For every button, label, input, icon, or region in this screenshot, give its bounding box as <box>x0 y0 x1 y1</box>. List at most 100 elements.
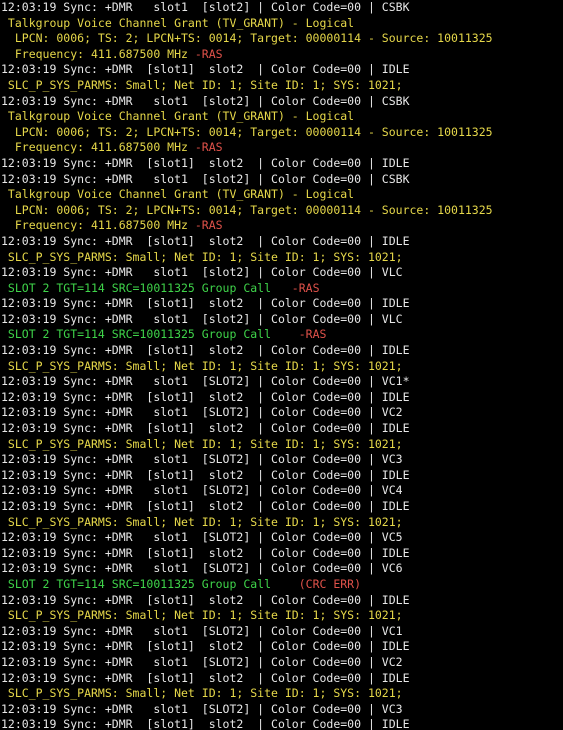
terminal-line: 12:03:19 Sync: +DMR [slot1] slot2 | Colo… <box>0 639 563 655</box>
terminal-text-segment: SLOT 2 TGT=114 SRC=10011325 Group Call <box>1 327 299 342</box>
terminal-text-segment: -RAS <box>298 327 327 342</box>
terminal-text-segment: 12:03:19 Sync: +DMR slot1 [slot2] | Colo… <box>1 311 403 326</box>
terminal-text-segment: 12:03:19 Sync: +DMR [slot1] slot2 | Colo… <box>1 545 410 560</box>
terminal-line: 12:03:19 Sync: +DMR [slot1] slot2 | Colo… <box>0 546 563 562</box>
terminal-text-segment: 12:03:19 Sync: +DMR [slot1] slot2 | Colo… <box>1 62 410 77</box>
terminal-line: LPCN: 0006; TS: 2; LPCN+TS: 0014; Target… <box>0 31 563 47</box>
terminal-line: SLC_P_SYS_PARMS: Small; Net ID: 1; Site … <box>0 437 563 453</box>
terminal-line: SLC_P_SYS_PARMS: Small; Net ID: 1; Site … <box>0 515 563 531</box>
terminal-text-segment: 12:03:19 Sync: +DMR [slot1] slot2 | Colo… <box>1 296 410 311</box>
terminal-text-segment: SLC_P_SYS_PARMS: Small; Net ID: 1; Site … <box>1 358 403 373</box>
terminal-line: Talkgroup Voice Channel Grant (TV_GRANT)… <box>0 16 563 32</box>
terminal-text-segment: Frequency: 411.687500 MHz <box>1 140 195 155</box>
terminal-line: SLC_P_SYS_PARMS: Small; Net ID: 1; Site … <box>0 686 563 702</box>
terminal-line: 12:03:19 Sync: +DMR slot1 [slot2] | Colo… <box>0 172 563 188</box>
terminal-text-segment: SLC_P_SYS_PARMS: Small; Net ID: 1; Site … <box>1 249 403 264</box>
terminal-line: 12:03:19 Sync: +DMR slot1 [SLOT2] | Colo… <box>0 655 563 671</box>
terminal-text-segment: 12:03:19 Sync: +DMR slot1 [SLOT2] | Colo… <box>1 405 403 420</box>
terminal-line: Talkgroup Voice Channel Grant (TV_GRANT)… <box>0 187 563 203</box>
terminal-text-segment: 12:03:19 Sync: +DMR [slot1] slot2 | Colo… <box>1 233 410 248</box>
terminal-line: 12:03:19 Sync: +DMR slot1 [SLOT2] | Colo… <box>0 405 563 421</box>
terminal-text-segment: 12:03:19 Sync: +DMR slot1 [SLOT2] | Colo… <box>1 701 403 716</box>
terminal-text-segment: SLOT 2 TGT=114 SRC=10011325 Group Call <box>1 576 299 591</box>
terminal-line: SLOT 2 TGT=114 SRC=10011325 Group Call -… <box>0 327 563 343</box>
terminal-text-segment: 12:03:19 Sync: +DMR [slot1] slot2 | Colo… <box>1 639 410 654</box>
terminal-line: 12:03:19 Sync: +DMR slot1 [slot2] | Colo… <box>0 94 563 110</box>
terminal-line: 12:03:19 Sync: +DMR [slot1] slot2 | Colo… <box>0 421 563 437</box>
terminal-line: 12:03:19 Sync: +DMR slot1 [SLOT2] | Colo… <box>0 452 563 468</box>
terminal-text-segment: 12:03:19 Sync: +DMR slot1 [SLOT2] | Colo… <box>1 530 403 545</box>
terminal-line: SLC_P_SYS_PARMS: Small; Net ID: 1; Site … <box>0 78 563 94</box>
terminal-text-segment: 12:03:19 Sync: +DMR slot1 [SLOT2] | Colo… <box>1 623 403 638</box>
terminal-line: 12:03:19 Sync: +DMR slot1 [SLOT2] | Colo… <box>0 702 563 718</box>
terminal-line: 12:03:19 Sync: +DMR slot1 [SLOT2] | Colo… <box>0 530 563 546</box>
terminal-line: 12:03:19 Sync: +DMR [slot1] slot2 | Colo… <box>0 156 563 172</box>
terminal-line: 12:03:19 Sync: +DMR [slot1] slot2 | Colo… <box>0 62 563 78</box>
terminal-text-segment: -RAS <box>194 218 223 233</box>
terminal-text-segment: SLC_P_SYS_PARMS: Small; Net ID: 1; Site … <box>1 608 403 623</box>
terminal-text-segment: Talkgroup Voice Channel Grant (TV_GRANT)… <box>1 15 355 30</box>
terminal-text-segment: 12:03:19 Sync: +DMR slot1 [SLOT2] | Colo… <box>1 483 403 498</box>
terminal-line: 12:03:19 Sync: +DMR [slot1] slot2 | Colo… <box>0 234 563 250</box>
terminal-text-segment: Frequency: 411.687500 MHz <box>1 46 195 61</box>
terminal-line: SLOT 2 TGT=114 SRC=10011325 Group Call (… <box>0 577 563 593</box>
terminal-line: 12:03:19 Sync: +DMR [slot1] slot2 | Colo… <box>0 717 563 730</box>
terminal-text-segment: LPCN: 0006; TS: 2; LPCN+TS: 0014; Target… <box>1 124 493 139</box>
terminal-line: 12:03:19 Sync: +DMR [slot1] slot2 | Colo… <box>0 499 563 515</box>
terminal-output[interactable]: 12:03:19 Sync: +DMR slot1 [slot2] | Colo… <box>0 0 563 730</box>
terminal-text-segment: -RAS <box>194 140 223 155</box>
terminal-text-segment: -RAS <box>291 280 320 295</box>
terminal-text-segment: Frequency: 411.687500 MHz <box>1 218 195 233</box>
terminal-text-segment: 12:03:19 Sync: +DMR [slot1] slot2 | Colo… <box>1 343 410 358</box>
terminal-line: 12:03:19 Sync: +DMR slot1 [SLOT2] | Colo… <box>0 483 563 499</box>
terminal-text-segment: 12:03:19 Sync: +DMR [slot1] slot2 | Colo… <box>1 389 410 404</box>
terminal-text-segment: SLC_P_SYS_PARMS: Small; Net ID: 1; Site … <box>1 436 403 451</box>
terminal-line: 12:03:19 Sync: +DMR [slot1] slot2 | Colo… <box>0 296 563 312</box>
terminal-text-segment: 12:03:19 Sync: +DMR [slot1] slot2 | Colo… <box>1 467 410 482</box>
terminal-line: 12:03:19 Sync: +DMR slot1 [slot2] | Colo… <box>0 0 563 16</box>
terminal-text-segment: 12:03:19 Sync: +DMR [slot1] slot2 | Colo… <box>1 155 410 170</box>
terminal-text-segment: 12:03:19 Sync: +DMR slot1 [SLOT2] | Colo… <box>1 374 410 389</box>
terminal-text-segment: SLC_P_SYS_PARMS: Small; Net ID: 1; Site … <box>1 686 403 701</box>
terminal-line: SLC_P_SYS_PARMS: Small; Net ID: 1; Site … <box>0 608 563 624</box>
terminal-line: 12:03:19 Sync: +DMR slot1 [slot2] | Colo… <box>0 265 563 281</box>
terminal-line: 12:03:19 Sync: +DMR slot1 [SLOT2] | Colo… <box>0 374 563 390</box>
terminal-line: 12:03:19 Sync: +DMR [slot1] slot2 | Colo… <box>0 593 563 609</box>
terminal-line: LPCN: 0006; TS: 2; LPCN+TS: 0014; Target… <box>0 125 563 141</box>
terminal-text-segment: 12:03:19 Sync: +DMR slot1 [slot2] | Colo… <box>1 171 410 186</box>
terminal-line: Talkgroup Voice Channel Grant (TV_GRANT)… <box>0 109 563 125</box>
terminal-text-segment: SLC_P_SYS_PARMS: Small; Net ID: 1; Site … <box>1 77 403 92</box>
terminal-text-segment: 12:03:19 Sync: +DMR slot1 [SLOT2] | Colo… <box>1 654 403 669</box>
terminal-text-segment: 12:03:19 Sync: +DMR slot1 [slot2] | Colo… <box>1 265 403 280</box>
terminal-text-segment: 12:03:19 Sync: +DMR slot1 [slot2] | Colo… <box>1 0 410 14</box>
terminal-line: Frequency: 411.687500 MHz -RAS <box>0 140 563 156</box>
terminal-text-segment: SLOT 2 TGT=114 SRC=10011325 Group Call <box>1 280 292 295</box>
terminal-line: SLC_P_SYS_PARMS: Small; Net ID: 1; Site … <box>0 359 563 375</box>
terminal-line: Frequency: 411.687500 MHz -RAS <box>0 218 563 234</box>
terminal-line: 12:03:19 Sync: +DMR [slot1] slot2 | Colo… <box>0 390 563 406</box>
terminal-text-segment: 12:03:19 Sync: +DMR slot1 [SLOT2] | Colo… <box>1 452 403 467</box>
terminal-line: 12:03:19 Sync: +DMR slot1 [SLOT2] | Colo… <box>0 561 563 577</box>
terminal-text-segment: 12:03:19 Sync: +DMR slot1 [SLOT2] | Colo… <box>1 561 403 576</box>
terminal-text-segment: LPCN: 0006; TS: 2; LPCN+TS: 0014; Target… <box>1 31 493 46</box>
terminal-line: SLOT 2 TGT=114 SRC=10011325 Group Call -… <box>0 281 563 297</box>
terminal-line: 12:03:19 Sync: +DMR slot1 [SLOT2] | Colo… <box>0 624 563 640</box>
terminal-line: Frequency: 411.687500 MHz -RAS <box>0 47 563 63</box>
terminal-text-segment: 12:03:19 Sync: +DMR [slot1] slot2 | Colo… <box>1 421 410 436</box>
terminal-text-segment: 12:03:19 Sync: +DMR slot1 [slot2] | Colo… <box>1 93 410 108</box>
terminal-line: 12:03:19 Sync: +DMR [slot1] slot2 | Colo… <box>0 671 563 687</box>
terminal-text-segment: 12:03:19 Sync: +DMR [slot1] slot2 | Colo… <box>1 670 410 685</box>
terminal-line: 12:03:19 Sync: +DMR [slot1] slot2 | Colo… <box>0 468 563 484</box>
terminal-text-segment: (CRC ERR) <box>298 576 362 591</box>
terminal-text-segment: Talkgroup Voice Channel Grant (TV_GRANT)… <box>1 109 355 124</box>
terminal-text-segment: Talkgroup Voice Channel Grant (TV_GRANT)… <box>1 187 355 202</box>
terminal-text-segment: 12:03:19 Sync: +DMR [slot1] slot2 | Colo… <box>1 499 410 513</box>
terminal-line: 12:03:19 Sync: +DMR [slot1] slot2 | Colo… <box>0 343 563 359</box>
terminal-text-segment: 12:03:19 Sync: +DMR [slot1] slot2 | Colo… <box>1 592 410 607</box>
terminal-text-segment: SLC_P_SYS_PARMS: Small; Net ID: 1; Site … <box>1 514 403 529</box>
terminal-line: SLC_P_SYS_PARMS: Small; Net ID: 1; Site … <box>0 250 563 266</box>
terminal-text-segment: LPCN: 0006; TS: 2; LPCN+TS: 0014; Target… <box>1 202 493 217</box>
terminal-text-segment: -RAS <box>194 46 223 61</box>
terminal-line: LPCN: 0006; TS: 2; LPCN+TS: 0014; Target… <box>0 203 563 219</box>
terminal-text-segment: 12:03:19 Sync: +DMR [slot1] slot2 | Colo… <box>1 717 410 730</box>
